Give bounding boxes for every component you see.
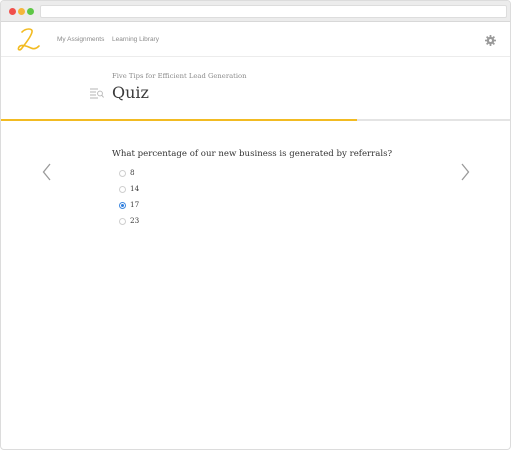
answer-option-label: 17 [130, 200, 140, 209]
page-title: Quiz [112, 83, 149, 102]
top-navigation: My Assignments Learning Library [1, 23, 510, 57]
quiz-question: What percentage of our new business is g… [112, 149, 393, 159]
answer-option[interactable]: 23 [119, 216, 239, 228]
quiz-list-icon [90, 88, 104, 99]
close-window-button[interactable] [9, 8, 16, 15]
browser-chrome [1, 1, 510, 22]
answer-option-label: 8 [130, 168, 135, 177]
answer-option[interactable]: 14 [119, 184, 239, 196]
chevron-left-icon[interactable] [42, 163, 52, 181]
gear-icon[interactable] [485, 35, 496, 46]
radio-button[interactable] [119, 218, 126, 225]
chevron-right-icon[interactable] [460, 163, 470, 181]
radio-button[interactable] [119, 170, 126, 177]
answer-option-label: 14 [130, 184, 140, 193]
progress-bar-fill [1, 119, 358, 121]
progress-bar [1, 119, 510, 121]
nav-my-assignments[interactable]: My Assignments [57, 36, 104, 43]
answer-option-label: 23 [130, 216, 140, 225]
browser-window: My Assignments Learning Library Five Tip… [0, 0, 511, 450]
address-bar[interactable] [40, 5, 507, 18]
maximize-window-button[interactable] [27, 8, 34, 15]
answer-option[interactable]: 8 [119, 168, 239, 180]
answer-option[interactable]: 17 [119, 200, 239, 212]
logo-icon[interactable] [13, 27, 41, 53]
minimize-window-button[interactable] [18, 8, 25, 15]
radio-button[interactable] [119, 202, 126, 209]
radio-button[interactable] [119, 186, 126, 193]
lesson-header: Five Tips for Efficient Lead Generation … [1, 58, 510, 120]
nav-learning-library[interactable]: Learning Library [112, 36, 159, 43]
course-title: Five Tips for Efficient Lead Generation [112, 72, 247, 80]
